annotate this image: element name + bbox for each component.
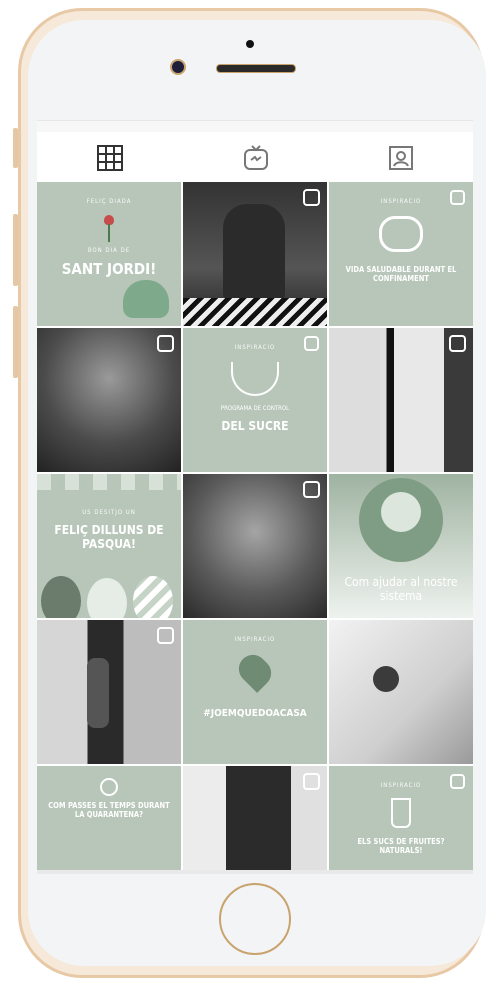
igtv-badge-icon <box>157 627 174 644</box>
post-sucre[interactable]: INSPIRACIÓ PROGRAMA DE CONTROL DEL SUCRE <box>183 328 327 472</box>
front-camera-icon <box>170 59 186 75</box>
juice-glass-icon <box>391 798 411 828</box>
tab-grid[interactable] <box>95 143 125 173</box>
tab-tagged[interactable] <box>386 143 416 173</box>
post-title: #JOEMQUEDOACASA <box>203 708 307 719</box>
egg-icon <box>87 578 127 618</box>
multi-post-icon <box>450 774 465 789</box>
post-title: FELIÇ DILLUNS DE PASQUA! <box>54 523 164 551</box>
post-sistema[interactable]: Com ajudar al nostre sistema <box>329 474 473 618</box>
igtv-badge-icon <box>303 481 320 498</box>
post-doorway-video[interactable] <box>37 620 181 764</box>
heart-people-icon <box>379 216 423 252</box>
bunting-icon <box>37 474 181 490</box>
egg-icon <box>41 576 81 618</box>
volume-down-button <box>13 306 18 378</box>
dragon-icon <box>123 280 169 318</box>
post-title: COM PASSES EL TEMPS DURANT LA QUARANTENA… <box>48 801 170 819</box>
sensor-icon <box>246 40 254 48</box>
egg-icon <box>133 576 173 618</box>
grid-icon <box>97 145 123 171</box>
post-title: VIDA SALUDABLE DURANT EL CONFINAMENT <box>345 265 457 283</box>
rose-icon <box>101 215 117 243</box>
igtv-badge-icon <box>157 335 174 352</box>
bottom-divider <box>37 870 473 874</box>
post-selfie-video[interactable] <box>37 328 181 472</box>
tab-igtv[interactable] <box>241 143 271 173</box>
post-outfit-video[interactable] <box>183 766 327 872</box>
post-pasqua[interactable]: US DESITJO UN FELIÇ DILLUNS DE PASQUA! <box>37 474 181 618</box>
multi-post-icon <box>304 336 319 351</box>
igtv-badge-icon <box>449 335 466 352</box>
igtv-badge-icon <box>303 189 320 206</box>
post-title: SANT JORDI! <box>61 260 157 278</box>
multi-post-icon <box>450 190 465 205</box>
bowl-icon <box>231 362 279 396</box>
clock-icon <box>100 778 118 796</box>
post-quarantena[interactable]: COM PASSES EL TEMPS DURANT LA QUARANTENA… <box>37 766 181 872</box>
post-title: ELS SUCS DE FRUITES? NATURALS! <box>357 837 445 855</box>
post-sleep[interactable] <box>329 620 473 764</box>
igtv-icon <box>244 145 268 170</box>
tagged-icon <box>389 146 413 170</box>
post-vida-saludable[interactable]: INSPIRACIÓ VIDA SALUDABLE DURANT EL CONF… <box>329 182 473 326</box>
mute-switch <box>13 128 18 168</box>
post-title: DEL SUCRE <box>221 419 289 433</box>
post-title: Com ajudar al nostre sistema <box>344 575 458 603</box>
post-subtitle: PROGRAMA DE CONTROL <box>220 405 290 412</box>
post-yoga[interactable] <box>183 182 327 326</box>
post-sucs[interactable]: INSPIRACIÓ ELS SUCS DE FRUITES? NATURALS… <box>329 766 473 872</box>
post-room-video[interactable] <box>329 328 473 472</box>
igtv-badge-icon <box>303 773 320 790</box>
post-portrait-video[interactable] <box>183 474 327 618</box>
posts-grid: FELIÇ DIADA BON DIA DE SANT JORDI! INSPI… <box>37 182 473 872</box>
post-joemquedoacasa[interactable]: INSPIRACIÓ #JOEMQUEDOACASA <box>183 620 327 764</box>
home-pin-icon <box>233 649 277 693</box>
earpiece-speaker <box>216 64 296 73</box>
post-sant-jordi[interactable]: FELIÇ DIADA BON DIA DE SANT JORDI! <box>37 182 181 326</box>
profile-tabs <box>37 132 473 183</box>
volume-up-button <box>13 214 18 286</box>
home-button[interactable] <box>219 883 291 955</box>
